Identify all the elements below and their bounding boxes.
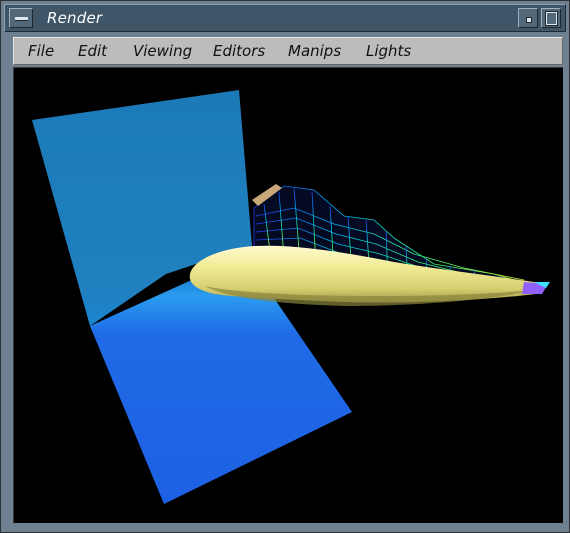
menu-lights[interactable]: Lights: [366, 42, 411, 60]
menu-edit[interactable]: Edit: [78, 42, 107, 60]
menu-manips[interactable]: Manips: [288, 42, 341, 60]
maximize-button[interactable]: [541, 8, 561, 28]
menu-viewing[interactable]: Viewing: [133, 42, 192, 60]
minimize-button[interactable]: [518, 8, 538, 28]
render-window: Render File Edit Viewing Editors Manips …: [0, 0, 570, 533]
menu-file[interactable]: File: [28, 42, 54, 60]
render-viewport[interactable]: [13, 67, 563, 523]
horizontal-plane: [90, 278, 352, 504]
menu-bar: File Edit Viewing Editors Manips Lights: [13, 37, 563, 65]
window-menu-icon: [15, 17, 28, 21]
maximize-icon: [545, 11, 558, 26]
menu-editors[interactable]: Editors: [213, 42, 265, 60]
window-title: Render: [47, 9, 103, 27]
title-bar[interactable]: Render: [4, 4, 566, 32]
minimize-icon: [526, 17, 532, 23]
window-menu-button[interactable]: [9, 8, 33, 28]
